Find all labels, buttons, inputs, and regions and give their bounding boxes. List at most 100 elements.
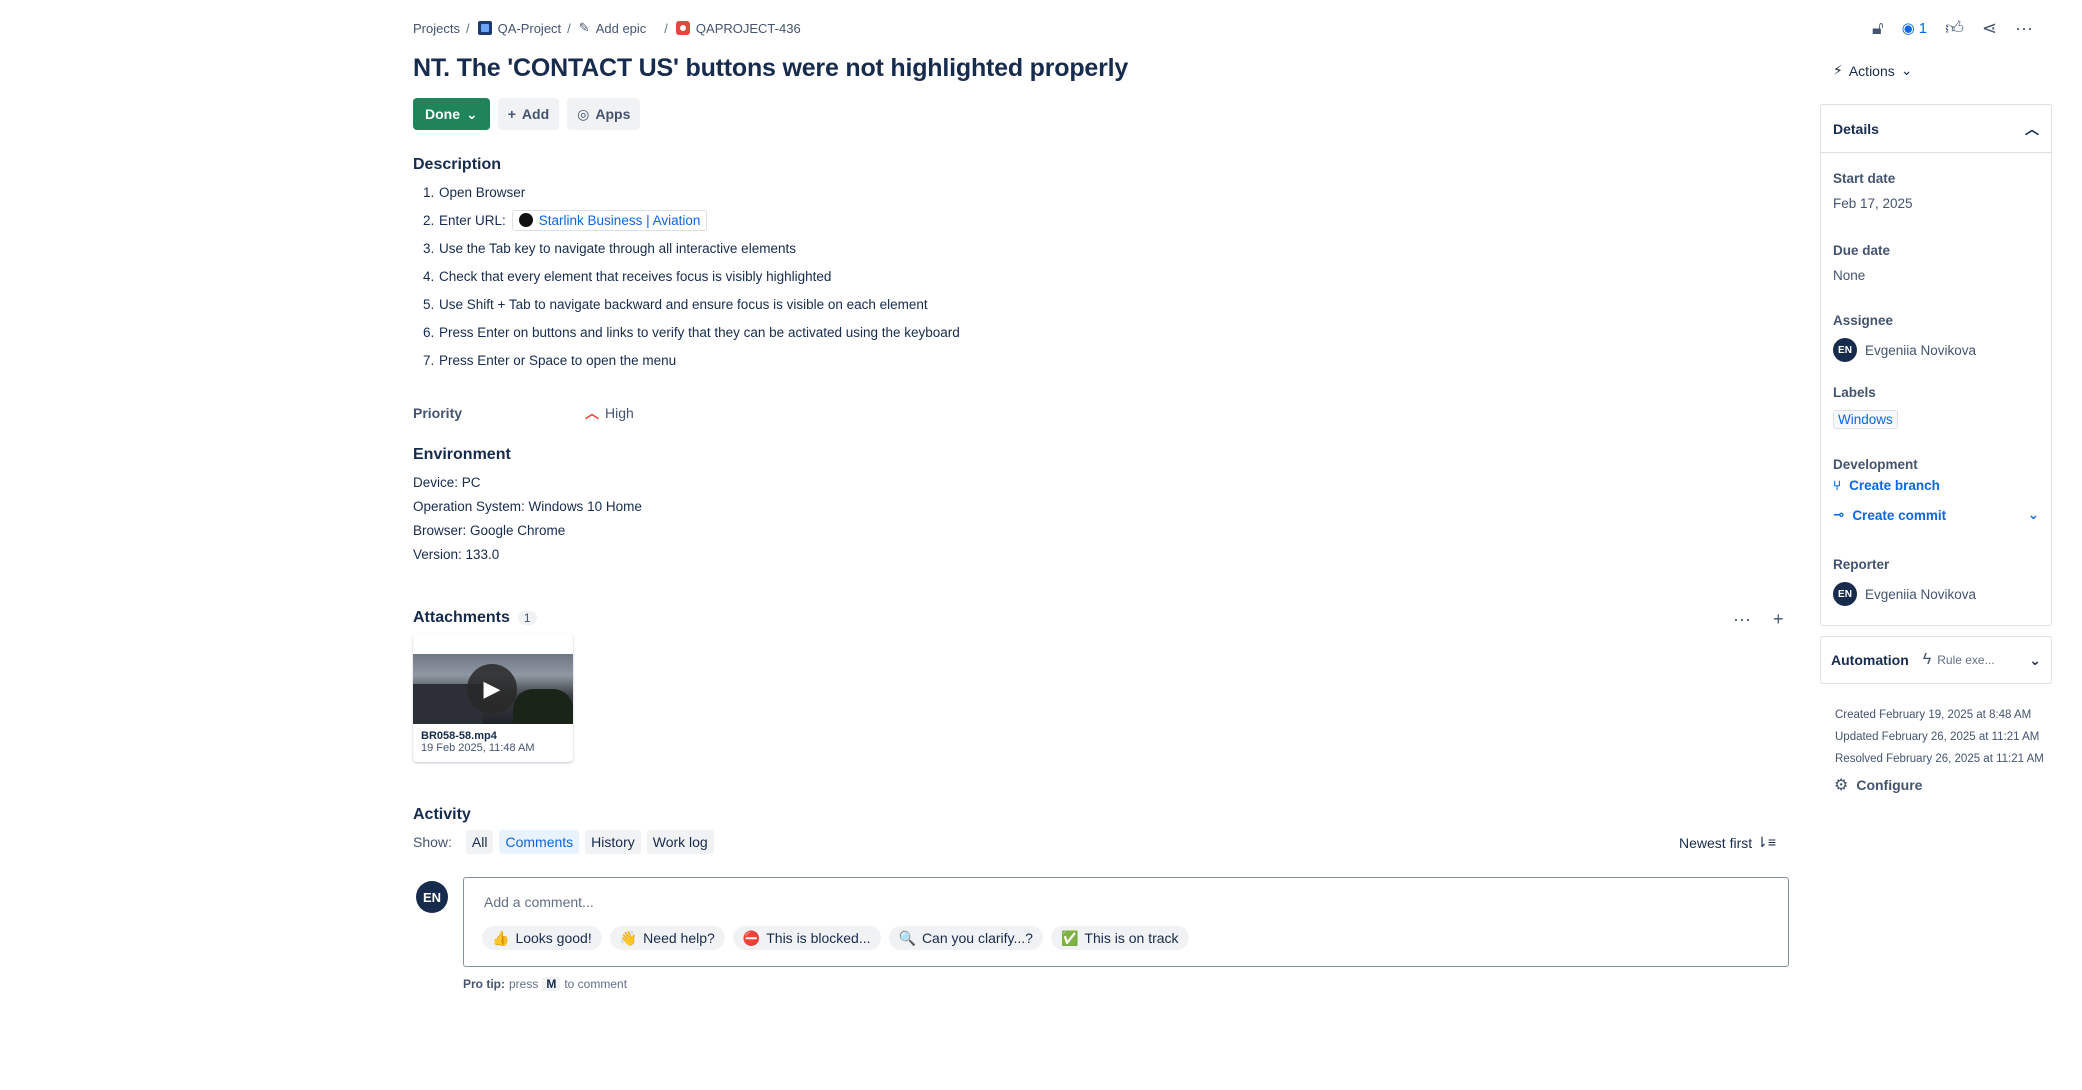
description-steps[interactable]: 1. Open Browser 2. Enter URL: Starlink Bus… <box>423 178 960 374</box>
updated-timestamp: Updated February 26, 2025 at 11:21 AM <box>1835 731 2040 743</box>
start-date-value[interactable]: Feb 17, 2025 <box>1833 196 1913 211</box>
breadcrumb-issue-key[interactable]: QAPROJECT-436 <box>675 21 801 36</box>
attachments-actions: ··· + <box>1733 609 1784 630</box>
status-button[interactable]: Done ⌄ <box>413 98 490 130</box>
thumbs-up-icon[interactable]: 👍︎ <box>1945 17 1964 39</box>
avatar: EN <box>1833 582 1857 606</box>
filter-comments[interactable]: Comments <box>499 830 580 854</box>
assignee-field: Assignee EN Evgeniia Novikova <box>1833 313 1976 362</box>
site-favicon-icon <box>518 213 533 227</box>
create-branch-link[interactable]: ⑂ Create branch <box>1833 478 2039 493</box>
video-thumbnail: ▶ <box>413 654 573 724</box>
configure-button[interactable]: ⚙ Configure <box>1834 775 1922 795</box>
thumbs-up-icon: 👍 <box>492 929 510 946</box>
quick-replies: 👍 Looks good! 👋 Need help? ⛔ This is blocke… <box>482 926 1189 950</box>
quick-reply-blocked[interactable]: ⛔ This is blocked... <box>732 926 881 950</box>
automation-panel[interactable]: Automation ϟ Rule exe... ⌄ <box>1820 636 2052 684</box>
details-header[interactable]: Details ︿ <box>1821 105 2051 153</box>
breadcrumb-project[interactable]: QA-Project <box>477 21 561 36</box>
issue-toolbar: Done ⌄ + Add ◎ Apps <box>413 98 641 130</box>
apps-button[interactable]: ◎ Apps <box>567 98 641 130</box>
chevron-down-icon: ⌄ <box>1900 62 1913 78</box>
issue-timestamps: Created February 19, 2025 at 8:48 AM Upd… <box>1835 704 2044 770</box>
plus-icon[interactable]: + <box>1773 609 1784 630</box>
priority-value[interactable]: ︿ High <box>585 403 634 423</box>
comment-editor[interactable]: Add a comment... 👍 Looks good! 👋 Need help… <box>463 877 1789 967</box>
commit-icon: ⊸ <box>1833 507 1845 522</box>
details-panel: Details ︿ Start date Feb 17, 2025 Due da… <box>1820 104 2052 626</box>
resolved-timestamp: Resolved February 26, 2025 at 11:21 AM <box>1835 753 2044 765</box>
due-date-field: Due date None <box>1833 243 1891 283</box>
pencil-icon: ✎ <box>578 20 590 35</box>
attachments-heading: Attachments 1 <box>413 609 537 627</box>
due-date-value[interactable]: None <box>1833 268 1890 283</box>
list-item: 7. Press Enter or Space to open the menu <box>423 352 677 368</box>
breadcrumb-separator: / <box>465 20 470 36</box>
issue-header-actions: 🔓︎ ◉ 1 👍︎ ⋖ ··· <box>1872 17 2033 39</box>
label-chip[interactable]: Windows <box>1833 410 1898 429</box>
list-item: 4. Check that every element that receives… <box>423 268 832 284</box>
chevron-up-icon: ︿ <box>2025 120 2039 137</box>
list-item: 5. Use Shift + Tab to navigate backward a… <box>423 296 928 312</box>
reporter-value[interactable]: EN Evgeniia Novikova <box>1833 582 1976 606</box>
sort-icon: ⇂≡ <box>1756 834 1777 850</box>
list-item: 3. Use the Tab key to navigate through al… <box>423 240 796 256</box>
reporter-field: Reporter EN Evgeniia Novikova <box>1833 557 1976 606</box>
play-icon[interactable]: ▶ <box>467 664 517 714</box>
avatar: EN <box>416 881 448 913</box>
chevron-down-icon[interactable]: ⌄ <box>2028 507 2039 523</box>
priority-high-icon: ︿ <box>585 405 599 421</box>
add-button[interactable]: + Add <box>497 98 560 130</box>
quick-reply-looks-good[interactable]: 👍 Looks good! <box>482 926 602 950</box>
issue-title[interactable]: NT. The 'CONTACT US' buttons were not hi… <box>413 54 1128 83</box>
chevron-down-icon: ⌄ <box>2029 651 2041 668</box>
priority-label: Priority <box>413 405 463 421</box>
project-icon <box>477 21 492 35</box>
create-commit-link[interactable]: ⊸ Create commit ⌄ <box>1833 507 2039 523</box>
attachment-card[interactable]: ▶ BR058-58.mp4 19 Feb 2025, 11:48 AM <box>413 634 573 762</box>
quick-reply-on-track[interactable]: ✅ This is on track <box>1050 926 1189 950</box>
list-item: 2. Enter URL: Starlink Business | Aviatio… <box>423 206 960 234</box>
pro-tip: Pro tip: press M to comment <box>463 977 628 991</box>
more-icon[interactable]: ··· <box>2015 18 2033 39</box>
created-timestamp: Created February 19, 2025 at 8:48 AM <box>1835 709 2032 721</box>
avatar: EN <box>1833 338 1857 362</box>
magnifier-icon: 🔍 <box>898 929 916 946</box>
activity-heading: Activity <box>413 806 471 823</box>
environment-text[interactable]: Device: PC Operation System: Windows 10 … <box>413 471 642 567</box>
list-item: 6. Press Enter on buttons and links to ve… <box>423 324 960 340</box>
comment-placeholder: Add a comment... <box>484 894 594 910</box>
check-box-icon: ✅ <box>1060 929 1079 946</box>
filter-work-log[interactable]: Work log <box>646 830 714 854</box>
quick-reply-need-help[interactable]: 👋 Need help? <box>609 926 725 950</box>
breadcrumb-separator: / <box>664 20 668 36</box>
chevron-down-icon: ⌄ <box>466 105 478 122</box>
start-date-field: Start date Feb 17, 2025 <box>1833 171 1913 211</box>
assignee-value[interactable]: EN Evgeniia Novikova <box>1833 338 1976 362</box>
branch-icon: ⑂ <box>1833 478 1842 493</box>
sort-order-button[interactable]: Newest first ⇂≡ <box>1679 834 1776 851</box>
lightning-icon: ⚡︎ <box>1833 62 1843 78</box>
apps-icon: ◎ <box>577 105 590 122</box>
filter-all[interactable]: All <box>465 830 494 854</box>
share-icon[interactable]: ⋖ <box>1982 18 1997 39</box>
lock-icon[interactable]: 🔓︎ <box>1872 18 1884 39</box>
automation-rule: ϟ Rule exe... <box>1922 651 1995 668</box>
quick-reply-clarify[interactable]: 🔍 Can you clarify...? <box>888 926 1043 950</box>
breadcrumb-projects[interactable]: Projects <box>413 21 460 36</box>
more-icon[interactable]: ··· <box>1733 609 1751 630</box>
breadcrumb-separator: / <box>567 20 571 36</box>
breadcrumb-add-epic[interactable]: ✎ Add epic <box>579 20 647 36</box>
keyboard-key: M <box>542 977 561 991</box>
url-link-chip[interactable]: Starlink Business | Aviation <box>511 209 708 231</box>
plus-icon: + <box>507 106 516 122</box>
actions-button[interactable]: ⚡︎ Actions ⌄ <box>1833 62 1913 79</box>
development-field: Development ⑂ Create branch ⊸ Create com… <box>1833 457 2039 523</box>
watch-button[interactable]: ◉ 1 <box>1901 19 1927 38</box>
gear-icon: ⚙ <box>1834 777 1849 794</box>
eye-icon: ◉ <box>1901 20 1915 37</box>
list-item: 1. Open Browser <box>423 184 526 200</box>
filter-history[interactable]: History <box>585 830 641 854</box>
priority-field: Priority ︿ High <box>413 403 634 423</box>
description-heading: Description <box>413 156 502 173</box>
